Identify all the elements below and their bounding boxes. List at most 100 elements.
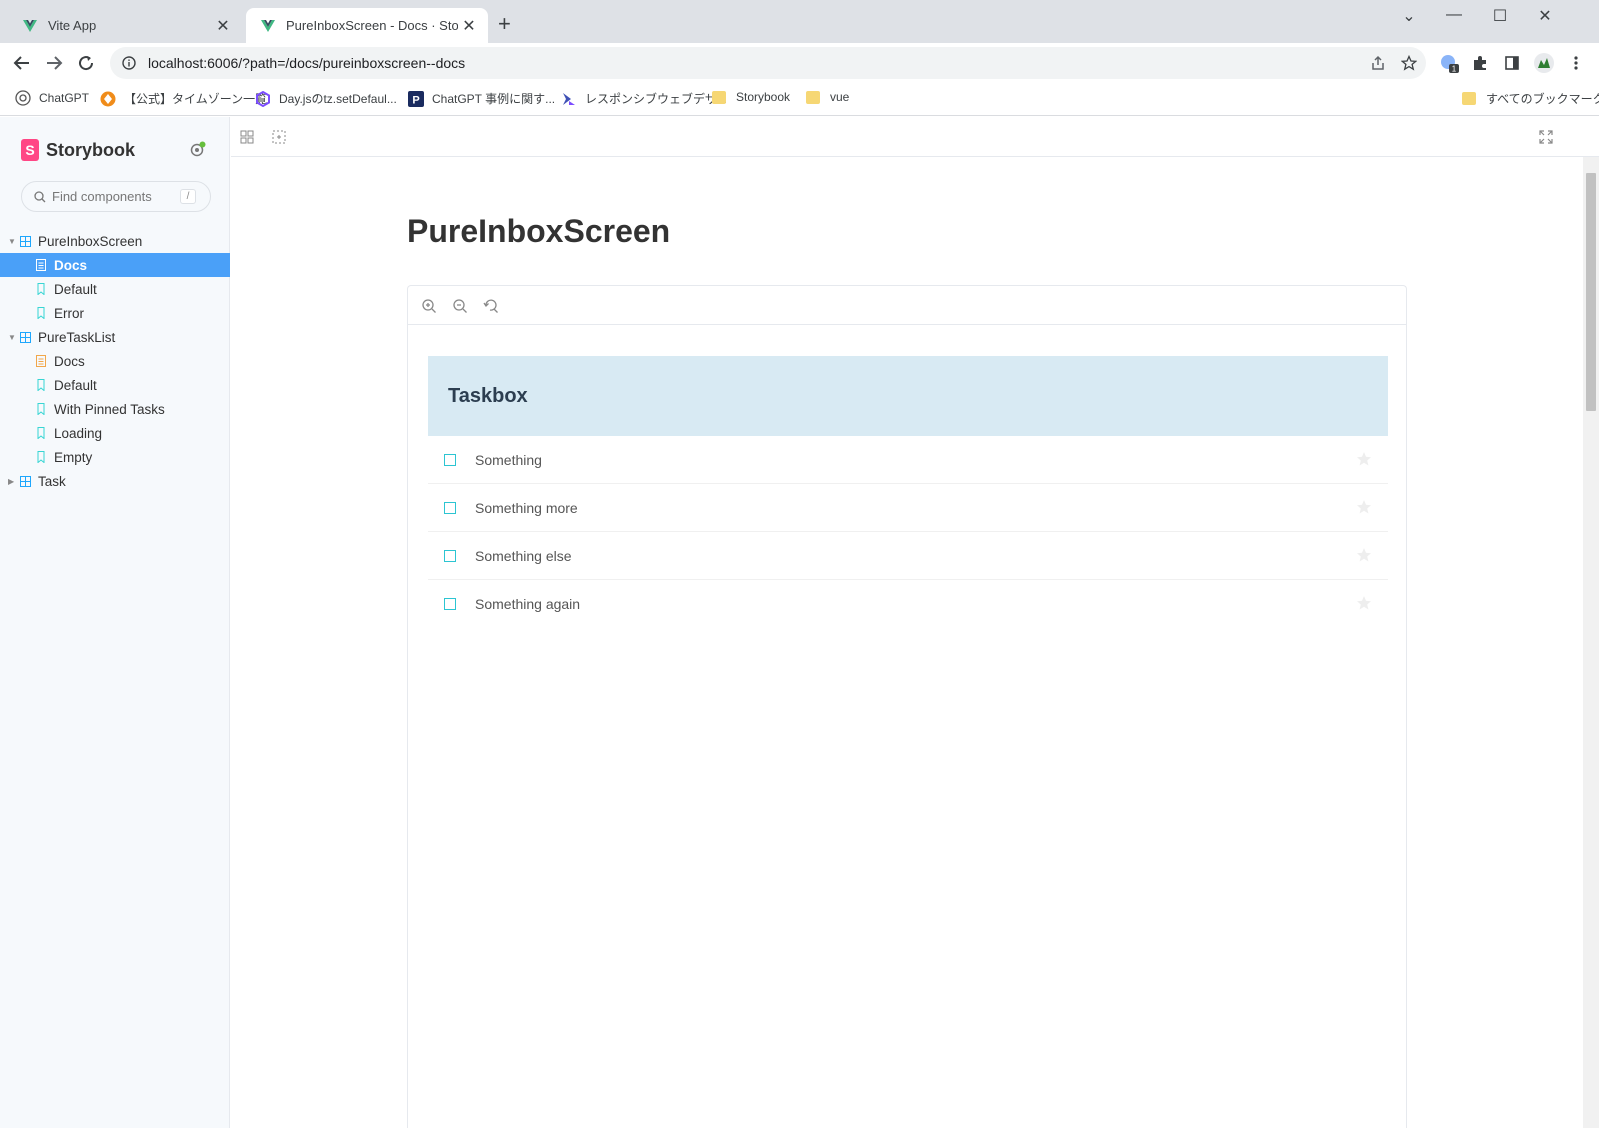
task-item[interactable]: Something (428, 436, 1388, 484)
tree-item-docs[interactable]: Docs (0, 349, 230, 373)
zoom-reset-icon[interactable] (483, 298, 499, 314)
tree-item-story-default[interactable]: Default (0, 277, 230, 301)
star-icon[interactable] (1356, 499, 1372, 515)
window-close-icon[interactable]: ✕ (1530, 6, 1560, 26)
zoom-out-icon[interactable] (452, 298, 468, 314)
component-icon (20, 331, 31, 343)
caret-right-icon: ▶ (8, 476, 15, 486)
tree-item-story-loading[interactable]: Loading (0, 421, 230, 445)
tree-group-pureinboxscreen[interactable]: ▼ PureInboxScreen (0, 229, 230, 253)
grid-background-icon[interactable] (239, 129, 255, 145)
reload-icon (79, 56, 94, 71)
bookmark-dayjs[interactable]: Day.jsのtz.setDefaul... (255, 90, 397, 107)
outline-icon[interactable] (271, 129, 287, 145)
svg-text:P: P (412, 94, 419, 106)
taskbox-heading: Taskbox (428, 356, 1388, 436)
task-item[interactable]: Something again (428, 580, 1388, 628)
bookmark-responsive[interactable]: レスポンシブウェブデザ... (561, 90, 727, 107)
back-button[interactable] (10, 51, 34, 75)
storybook-logo-icon: S (21, 139, 39, 161)
bookmark-chatgpt[interactable]: ChatGPT (15, 90, 89, 106)
arrow-logo-icon (563, 92, 575, 105)
taskbox: Taskbox Something Something more Somethi… (428, 356, 1388, 628)
bookmark-label: Storybook (736, 90, 791, 104)
settings-gear-icon[interactable] (188, 141, 206, 159)
share-icon[interactable] (1366, 51, 1390, 75)
bookmark-timezone[interactable]: 【公式】タイムゾーン一覧 (100, 90, 267, 107)
task-checkbox[interactable] (444, 549, 456, 562)
tree-group-puretasklist[interactable]: ▼ PureTaskList (0, 325, 230, 349)
vertical-scrollbar[interactable] (1583, 157, 1599, 1128)
bookmark-label: 【公式】タイムゾーン一覧 (124, 92, 268, 106)
tab-title: PureInboxScreen - Docs · Storyb (286, 18, 458, 33)
bookmark-folder-storybook[interactable]: Storybook (712, 90, 790, 104)
bookmarks-bar: ChatGPT 【公式】タイムゾーン一覧 Day.jsのtz.setDefaul… (0, 83, 1599, 116)
storybook-brand[interactable]: S Storybook (21, 139, 135, 161)
task-checkbox[interactable] (444, 453, 456, 466)
find-components-search[interactable]: / (21, 181, 211, 212)
tab-vite-app[interactable]: Vite App ✕ (8, 8, 242, 43)
extensions-puzzle-icon[interactable] (1468, 51, 1492, 75)
folder-icon (1462, 92, 1476, 105)
zoom-in-icon[interactable] (421, 298, 437, 314)
story-canvas: Taskbox Something Something more Somethi… (407, 285, 1407, 1128)
search-icon (34, 190, 46, 202)
docs-main-area: PureInboxScreen Taskbox Something Someth… (231, 117, 1599, 1128)
maximize-icon[interactable]: ☐ (1485, 6, 1515, 26)
tree-label: Docs (54, 257, 88, 273)
tree-label: Empty (54, 449, 93, 465)
task-title: Something (475, 451, 542, 468)
tree-label: Error (54, 305, 84, 321)
all-bookmarks-folder[interactable]: すべてのブックマーク (1462, 90, 1599, 107)
tab-storybook[interactable]: PureInboxScreen - Docs · Storyb ✕ (246, 8, 488, 43)
task-item[interactable]: Something more (428, 484, 1388, 532)
bookmark-folder-vue[interactable]: vue (806, 90, 849, 104)
search-input[interactable] (52, 189, 172, 204)
star-icon[interactable] (1356, 595, 1372, 611)
task-checkbox[interactable] (444, 598, 456, 610)
bookmark-story-icon (37, 403, 45, 415)
vue-icon (23, 19, 37, 32)
tree-label: Loading (54, 425, 103, 441)
tree-item-docs-selected[interactable]: Docs (0, 253, 230, 277)
bookmark-chatgpt-cases[interactable]: P ChatGPT 事例に関す... (408, 90, 555, 107)
bookmark-story-icon (37, 451, 45, 463)
tree-group-task[interactable]: ▶ Task (0, 469, 230, 493)
tree-label: Default (54, 281, 97, 297)
bookmark-label: vue (830, 90, 850, 104)
fullscreen-icon[interactable] (1538, 129, 1554, 145)
caret-down-icon: ▼ (8, 332, 16, 342)
reload-button[interactable] (74, 51, 98, 75)
p-logo-icon: P (408, 90, 424, 107)
page-title: PureInboxScreen (407, 213, 671, 249)
scrollbar-thumb[interactable] (1586, 173, 1596, 411)
document-icon (36, 355, 46, 367)
bookmark-label: ChatGPT 事例に関す... (432, 92, 556, 106)
side-panel-icon[interactable] (1500, 51, 1524, 75)
tree-item-story-error[interactable]: Error (0, 301, 230, 325)
bookmark-star-icon[interactable] (1397, 51, 1421, 75)
info-icon[interactable] (122, 56, 136, 70)
tree-item-story-with-pinned-tasks[interactable]: With Pinned Tasks (0, 397, 230, 421)
document-icon (36, 259, 46, 271)
task-checkbox[interactable] (444, 501, 456, 514)
tree-item-story-default[interactable]: Default (0, 373, 230, 397)
search-shortcut-key: / (180, 189, 196, 204)
new-tab-button[interactable]: + (498, 13, 511, 35)
profile-avatar[interactable] (1532, 51, 1556, 75)
task-item[interactable]: Something else (428, 532, 1388, 580)
minimize-icon[interactable]: — (1439, 6, 1469, 24)
close-icon[interactable]: ✕ (458, 16, 480, 36)
close-icon[interactable]: ✕ (212, 16, 234, 36)
star-icon[interactable] (1356, 547, 1372, 563)
tree-label: Docs (54, 353, 85, 369)
tab-search-icon[interactable]: ⌄ (1394, 6, 1424, 26)
extension-translate-icon[interactable]: 1 (1437, 51, 1461, 75)
menu-kebab-icon[interactable] (1564, 51, 1588, 75)
tree-item-story-empty[interactable]: Empty (0, 445, 230, 469)
star-icon[interactable] (1356, 451, 1372, 467)
address-bar[interactable]: localhost:6006/?path=/docs/pureinboxscre… (110, 47, 1426, 79)
orange-diamond-icon (100, 91, 116, 106)
bookmark-story-icon (37, 307, 45, 319)
forward-button[interactable] (42, 51, 66, 75)
